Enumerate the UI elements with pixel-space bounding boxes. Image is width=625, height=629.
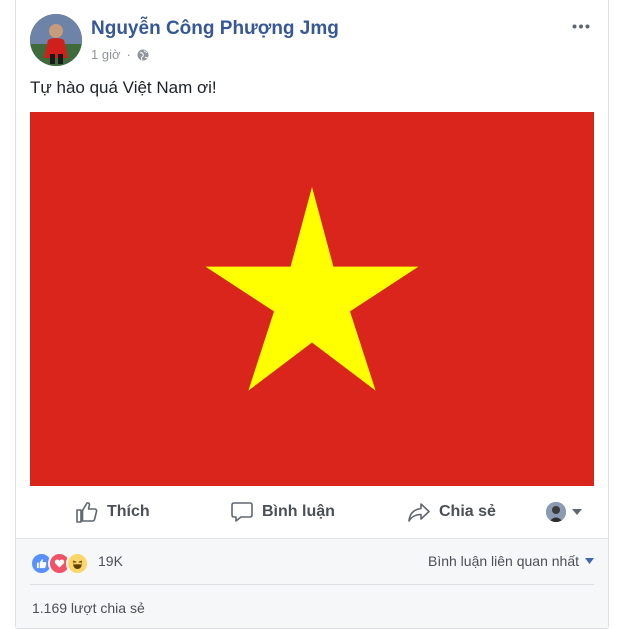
post-text: Tự hào quá Việt Nam ơi! bbox=[30, 78, 217, 97]
post-footer: 19K Bình luận liên quan nhất 1.169 lượt … bbox=[16, 538, 608, 628]
post-time[interactable]: 1 giờ bbox=[91, 47, 121, 62]
reaction-icons[interactable] bbox=[30, 552, 89, 575]
author-name[interactable]: Nguyễn Công Phượng Jmg bbox=[91, 18, 339, 40]
comment-label: Bình luận bbox=[262, 503, 335, 520]
post-as-selector[interactable] bbox=[546, 499, 582, 525]
reactions-row: 19K Bình luận liên quan nhất bbox=[30, 539, 594, 585]
globe-icon[interactable] bbox=[137, 49, 149, 61]
action-bar: Thích Bình luận Chia sẻ bbox=[16, 486, 608, 538]
page-avatar-photo bbox=[546, 502, 566, 522]
avatar-photo bbox=[30, 14, 82, 66]
haha-icon bbox=[66, 552, 89, 575]
more-options-button[interactable] bbox=[568, 16, 594, 36]
post-meta: 1 giờ · bbox=[91, 47, 149, 62]
comment-button[interactable]: Bình luận bbox=[230, 499, 335, 525]
author-avatar[interactable] bbox=[30, 14, 82, 66]
sort-caret-icon bbox=[585, 558, 594, 564]
post-header: Nguyễn Công Phượng Jmg 1 giờ · bbox=[30, 14, 594, 66]
thumbs-up-icon bbox=[76, 502, 98, 523]
reaction-count[interactable]: 19K bbox=[98, 553, 123, 569]
page-avatar bbox=[546, 502, 566, 522]
ellipsis-icon bbox=[572, 24, 590, 28]
comment-sort-dropdown[interactable]: Bình luận liên quan nhất bbox=[428, 553, 594, 569]
dot-separator: · bbox=[126, 47, 131, 62]
caret-down-icon bbox=[572, 509, 582, 515]
share-button[interactable]: Chia sẻ bbox=[407, 499, 496, 525]
like-label: Thích bbox=[107, 503, 150, 520]
sort-label: Bình luận liên quan nhất bbox=[427, 553, 579, 569]
post-card: Nguyễn Công Phượng Jmg 1 giờ · Tự hào qu… bbox=[15, 0, 609, 629]
share-arrow-icon bbox=[408, 503, 430, 522]
post-image-vietnam-flag[interactable] bbox=[30, 112, 594, 486]
like-button[interactable]: Thích bbox=[75, 499, 150, 525]
comment-icon bbox=[231, 502, 253, 522]
share-count[interactable]: 1.169 lượt chia sẻ bbox=[32, 600, 145, 616]
share-label: Chia sẻ bbox=[439, 503, 496, 520]
